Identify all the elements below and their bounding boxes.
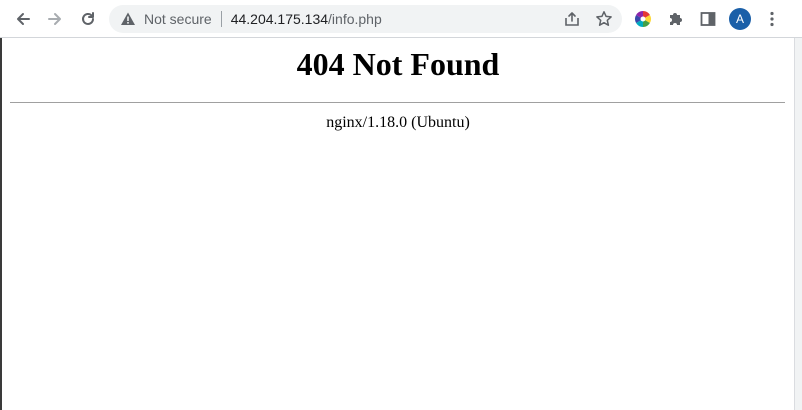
url-path: /info.php	[328, 11, 382, 27]
site-info-button[interactable]	[120, 11, 136, 27]
address-bar[interactable]: Not secure 44.204.175.134/info.php	[109, 5, 622, 33]
scrollbar-track[interactable]	[794, 38, 802, 410]
reload-icon	[82, 12, 94, 25]
warning-icon	[121, 12, 135, 25]
forward-button[interactable]	[41, 5, 69, 33]
reload-button[interactable]	[74, 5, 102, 33]
omnibox-separator	[220, 11, 222, 27]
side-panel-icon[interactable]	[699, 10, 717, 28]
url-host: 44.204.175.134	[230, 11, 329, 27]
share-icon[interactable]	[563, 10, 581, 28]
browser-toolbar: Not secure 44.204.175.134/info.php A	[0, 0, 802, 38]
back-button[interactable]	[9, 5, 37, 33]
star-icon[interactable]	[595, 10, 613, 28]
divider	[10, 102, 785, 103]
color-wheel-extension-icon[interactable]	[634, 10, 652, 28]
kebab-menu-icon[interactable]	[763, 10, 781, 28]
profile-avatar[interactable]: A	[729, 8, 751, 30]
page-content: 404 Not Found nginx/1.18.0 (Ubuntu)	[2, 38, 792, 410]
error-heading: 404 Not Found	[296, 46, 500, 82]
puzzle-extensions-icon[interactable]	[667, 10, 685, 28]
url-text[interactable]: 44.204.175.134/info.php	[231, 11, 382, 27]
back-arrow-icon	[17, 13, 30, 25]
server-signature: nginx/1.18.0 (Ubuntu)	[326, 114, 470, 131]
forward-arrow-icon	[48, 13, 61, 25]
security-label[interactable]: Not secure	[144, 11, 212, 27]
